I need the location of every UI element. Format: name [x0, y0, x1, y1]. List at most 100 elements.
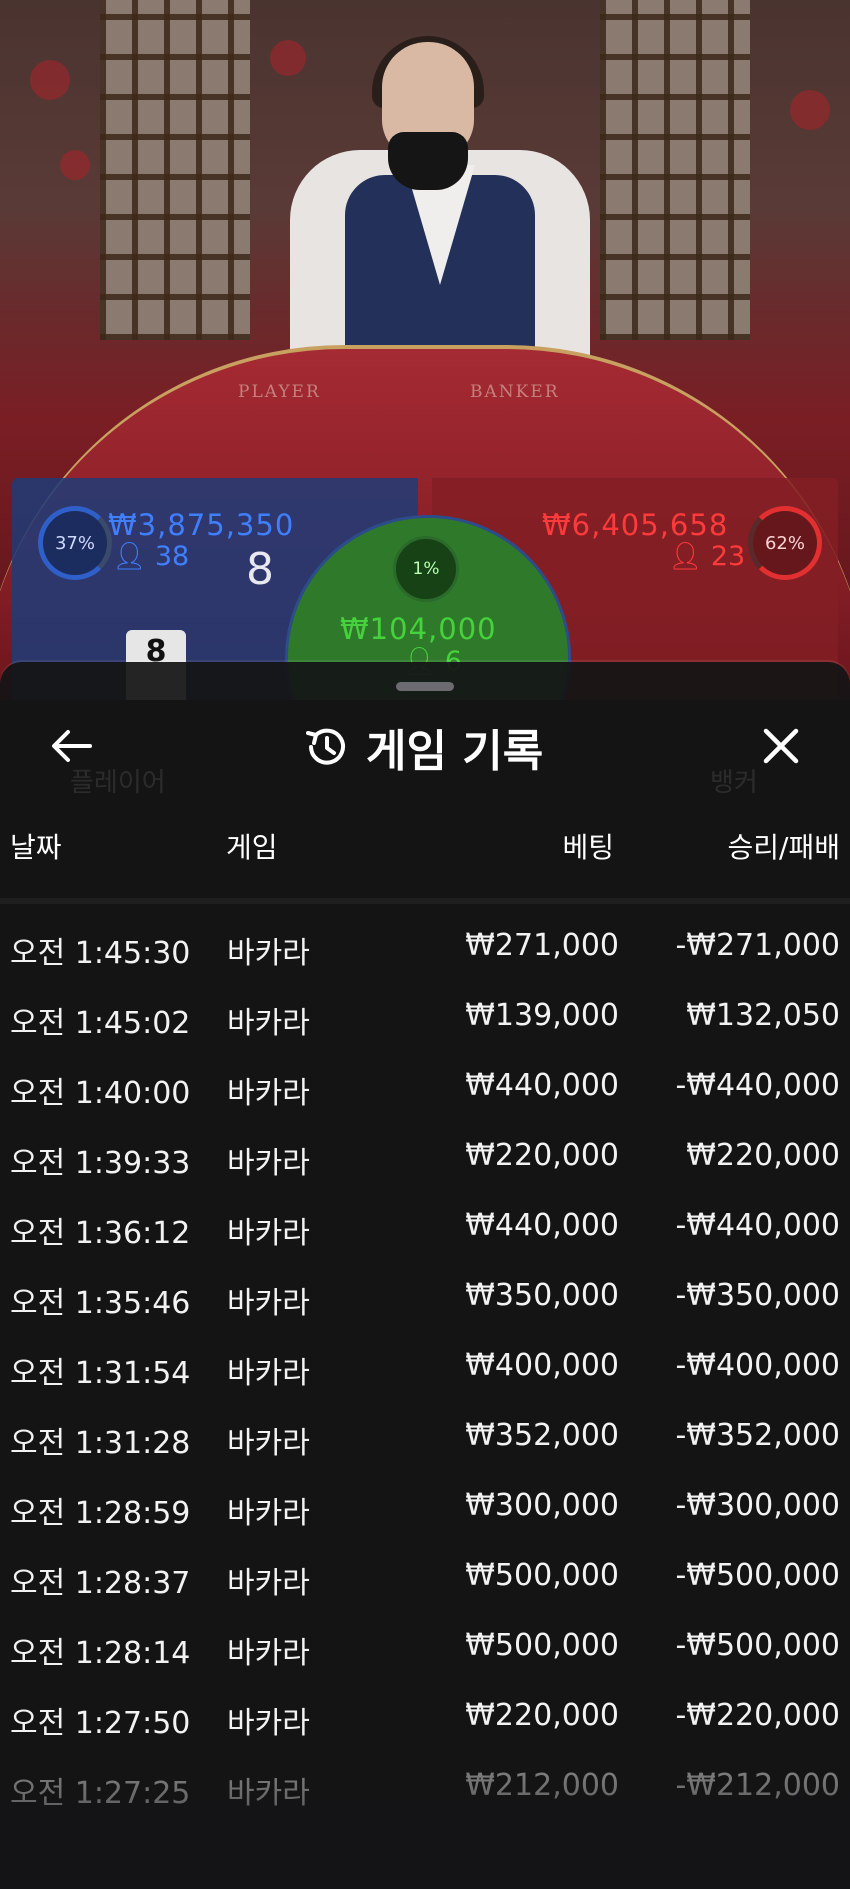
history-row[interactable]: 오전 1:27:25 바카라 ₩212,000 -₩212,000	[0, 1754, 850, 1824]
row-date: 오전 1:28:14	[10, 1636, 191, 1671]
close-button[interactable]	[752, 717, 810, 775]
history-row[interactable]: 오전 1:28:14 바카라 ₩500,000 -₩500,000	[0, 1614, 850, 1684]
history-row[interactable]: 오전 1:28:59 바카라 ₩300,000 -₩300,000	[0, 1474, 850, 1544]
row-result: ₩132,050	[686, 998, 840, 1033]
row-game: 바카라	[227, 1496, 310, 1531]
close-icon	[763, 728, 799, 764]
tie-total-amount: ₩104,000	[340, 612, 497, 646]
player-percent-ring: 37%	[38, 506, 112, 580]
row-game: 바카라	[227, 1776, 310, 1811]
row-bet: ₩300,000	[465, 1488, 619, 1523]
history-row[interactable]: 오전 1:31:54 바카라 ₩400,000 -₩400,000	[0, 1334, 850, 1404]
blossom-decoration	[30, 60, 70, 100]
row-result: -₩500,000	[675, 1628, 840, 1663]
row-game: 바카라	[227, 1216, 310, 1251]
row-game: 바카라	[227, 1636, 310, 1671]
row-result: -₩440,000	[675, 1068, 840, 1103]
history-row[interactable]: 오전 1:40:00 바카라 ₩440,000 -₩440,000	[0, 1054, 850, 1124]
row-game: 바카라	[227, 936, 310, 971]
banker-total-amount: ₩6,405,658	[542, 508, 729, 542]
row-bet: ₩500,000	[465, 1558, 619, 1593]
row-result: -₩400,000	[675, 1348, 840, 1383]
tie-percent-ring: 1%	[393, 536, 459, 602]
row-game: 바카라	[227, 1146, 310, 1181]
decorative-screen-right	[600, 0, 750, 340]
row-date: 오전 1:45:30	[10, 936, 191, 971]
row-bet: ₩212,000	[465, 1768, 619, 1803]
history-row[interactable]: 오전 1:36:12 바카라 ₩440,000 -₩440,000	[0, 1194, 850, 1264]
row-bet: ₩139,000	[465, 998, 619, 1033]
game-history-sheet: 게임 기록 플레이어 뱅커 날짜 게임 베팅 승리/패배 오전 1:45:30 …	[0, 662, 850, 1889]
player-bettor-count: 👤︎ 38	[112, 541, 190, 572]
row-bet: ₩400,000	[465, 1348, 619, 1383]
user-icon: 👤︎	[668, 541, 703, 572]
row-bet: ₩271,000	[465, 928, 619, 963]
row-bet: ₩220,000	[465, 1698, 619, 1733]
column-header-bet: 베팅	[562, 831, 614, 864]
history-clock-icon	[306, 728, 345, 765]
row-result: -₩500,000	[675, 1558, 840, 1593]
row-game: 바카라	[227, 1286, 310, 1321]
player-score: 8	[246, 544, 274, 595]
row-date: 오전 1:39:33	[10, 1146, 191, 1181]
row-date: 오전 1:35:46	[10, 1286, 191, 1321]
row-result: -₩300,000	[675, 1488, 840, 1523]
banker-percent-ring: 62%	[748, 506, 822, 580]
drag-handle[interactable]	[396, 682, 454, 691]
background-ghost-text: 뱅커	[710, 768, 758, 798]
row-game: 바카라	[227, 1566, 310, 1601]
page-title: 게임 기록	[366, 726, 544, 777]
row-date: 오전 1:28:59	[10, 1496, 191, 1531]
row-date: 오전 1:27:25	[10, 1776, 191, 1811]
history-row[interactable]: 오전 1:45:02 바카라 ₩139,000 ₩132,050	[0, 984, 850, 1054]
history-row[interactable]: 오전 1:35:46 바카라 ₩350,000 -₩350,000	[0, 1264, 850, 1334]
row-game: 바카라	[227, 1356, 310, 1391]
dealer-mask	[388, 132, 468, 190]
row-bet: ₩220,000	[465, 1138, 619, 1173]
table-label-player: PLAYER	[238, 382, 321, 402]
row-date: 오전 1:36:12	[10, 1216, 191, 1251]
row-result: -₩440,000	[675, 1208, 840, 1243]
row-date: 오전 1:27:50	[10, 1706, 191, 1741]
table-label-banker: BANKER	[470, 382, 560, 402]
row-game: 바카라	[227, 1006, 310, 1041]
column-header-result: 승리/패배	[727, 831, 840, 864]
row-bet: ₩440,000	[465, 1068, 619, 1103]
history-row[interactable]: 오전 1:31:28 바카라 ₩352,000 -₩352,000	[0, 1404, 850, 1474]
arrow-left-icon	[52, 730, 92, 762]
row-result: -₩350,000	[675, 1278, 840, 1313]
row-game: 바카라	[227, 1706, 310, 1741]
blossom-decoration	[790, 90, 830, 130]
row-result: -₩352,000	[675, 1418, 840, 1453]
player-total-amount: ₩3,875,350	[108, 508, 295, 542]
history-row[interactable]: 오전 1:28:37 바카라 ₩500,000 -₩500,000	[0, 1544, 850, 1614]
column-header-date: 날짜	[10, 831, 62, 864]
row-result: -₩212,000	[675, 1768, 840, 1803]
history-row[interactable]: 오전 1:39:33 바카라 ₩220,000 ₩220,000	[0, 1124, 850, 1194]
row-bet: ₩500,000	[465, 1628, 619, 1663]
row-result: ₩220,000	[686, 1138, 840, 1173]
row-bet: ₩350,000	[465, 1278, 619, 1313]
user-icon: 👤︎	[112, 541, 147, 572]
history-table-header: 날짜 게임 베팅 승리/패배	[0, 814, 850, 884]
row-bet: ₩440,000	[465, 1208, 619, 1243]
decorative-screen-left	[100, 0, 250, 340]
row-result: -₩271,000	[675, 928, 840, 963]
row-date: 오전 1:28:37	[10, 1566, 191, 1601]
row-date: 오전 1:31:28	[10, 1426, 191, 1461]
row-game: 바카라	[227, 1076, 310, 1111]
live-video: PLAYER BANKER 37% ₩3,875,350 👤︎ 38 8 8 6…	[0, 0, 850, 700]
row-date: 오전 1:31:54	[10, 1356, 191, 1391]
header-divider	[0, 898, 850, 904]
history-row[interactable]: 오전 1:27:50 바카라 ₩220,000 -₩220,000	[0, 1684, 850, 1754]
row-date: 오전 1:40:00	[10, 1076, 191, 1111]
history-list: 오전 1:45:30 바카라 ₩271,000 -₩271,000 오전 1:4…	[0, 914, 850, 1824]
column-header-game: 게임	[226, 831, 278, 864]
history-row[interactable]: 오전 1:45:30 바카라 ₩271,000 -₩271,000	[0, 914, 850, 984]
banker-bettor-count: 👤︎ 23	[668, 541, 746, 572]
row-date: 오전 1:45:02	[10, 1006, 191, 1041]
row-game: 바카라	[227, 1426, 310, 1461]
row-result: -₩220,000	[675, 1698, 840, 1733]
background-ghost-text: 플레이어	[70, 768, 166, 798]
row-bet: ₩352,000	[465, 1418, 619, 1453]
